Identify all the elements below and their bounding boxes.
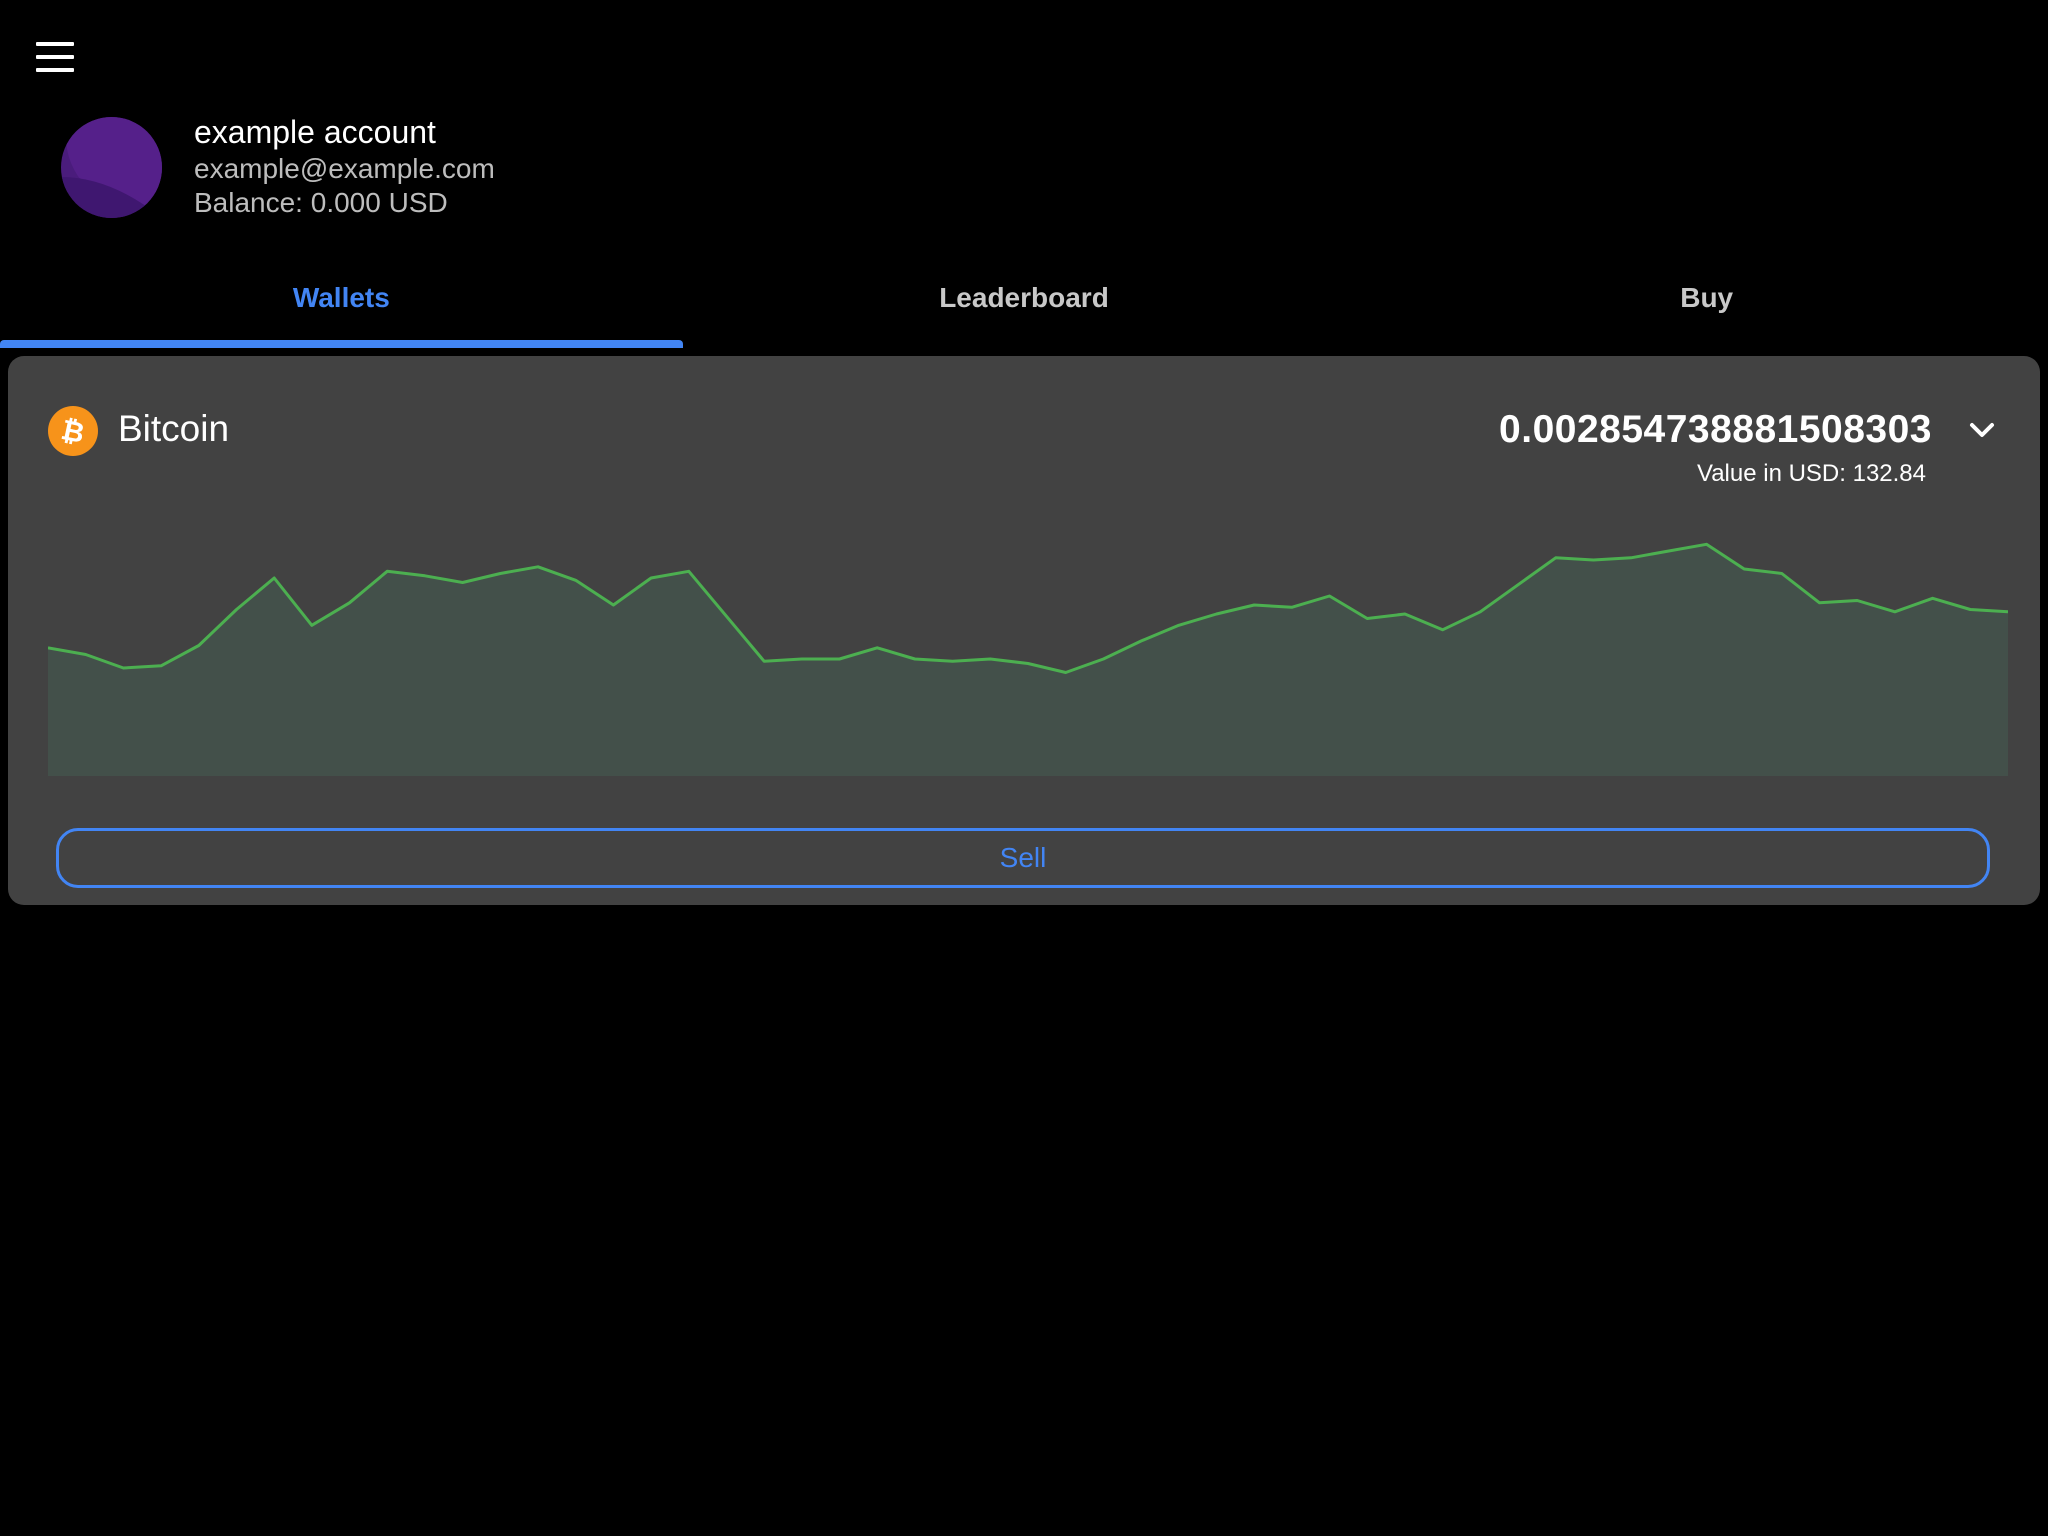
menu-bar (36, 55, 74, 59)
account-name: example account (194, 114, 436, 150)
coin-name: Bitcoin (118, 408, 230, 449)
bitcoin-icon: ₿ (48, 406, 98, 456)
chart-area (48, 544, 2008, 776)
wallet-card: ₿ Bitcoin 0.002854738881508303 Value in … (8, 356, 2040, 905)
avatar (61, 117, 162, 218)
tab-wallets[interactable]: Wallets (0, 256, 683, 348)
account-email: example@example.com (194, 153, 495, 184)
price-chart (48, 542, 2008, 776)
menu-button[interactable] (36, 42, 74, 72)
tab-bar: Wallets Leaderboard Buy (0, 256, 2048, 348)
sell-button[interactable]: Sell (56, 828, 1990, 888)
tab-buy[interactable]: Buy (1365, 256, 2048, 348)
active-tab-indicator (0, 340, 683, 348)
coin-value-usd: Value in USD: 132.84 (1696, 460, 1926, 487)
menu-bar (36, 68, 74, 72)
account-balance: Balance: 0.000 USD (194, 187, 448, 218)
coin-amount: 0.002854738881508303 (1499, 408, 1932, 451)
tab-leaderboard[interactable]: Leaderboard (683, 256, 1366, 348)
chevron-down-icon[interactable] (1962, 410, 2002, 450)
menu-bar (36, 42, 74, 46)
